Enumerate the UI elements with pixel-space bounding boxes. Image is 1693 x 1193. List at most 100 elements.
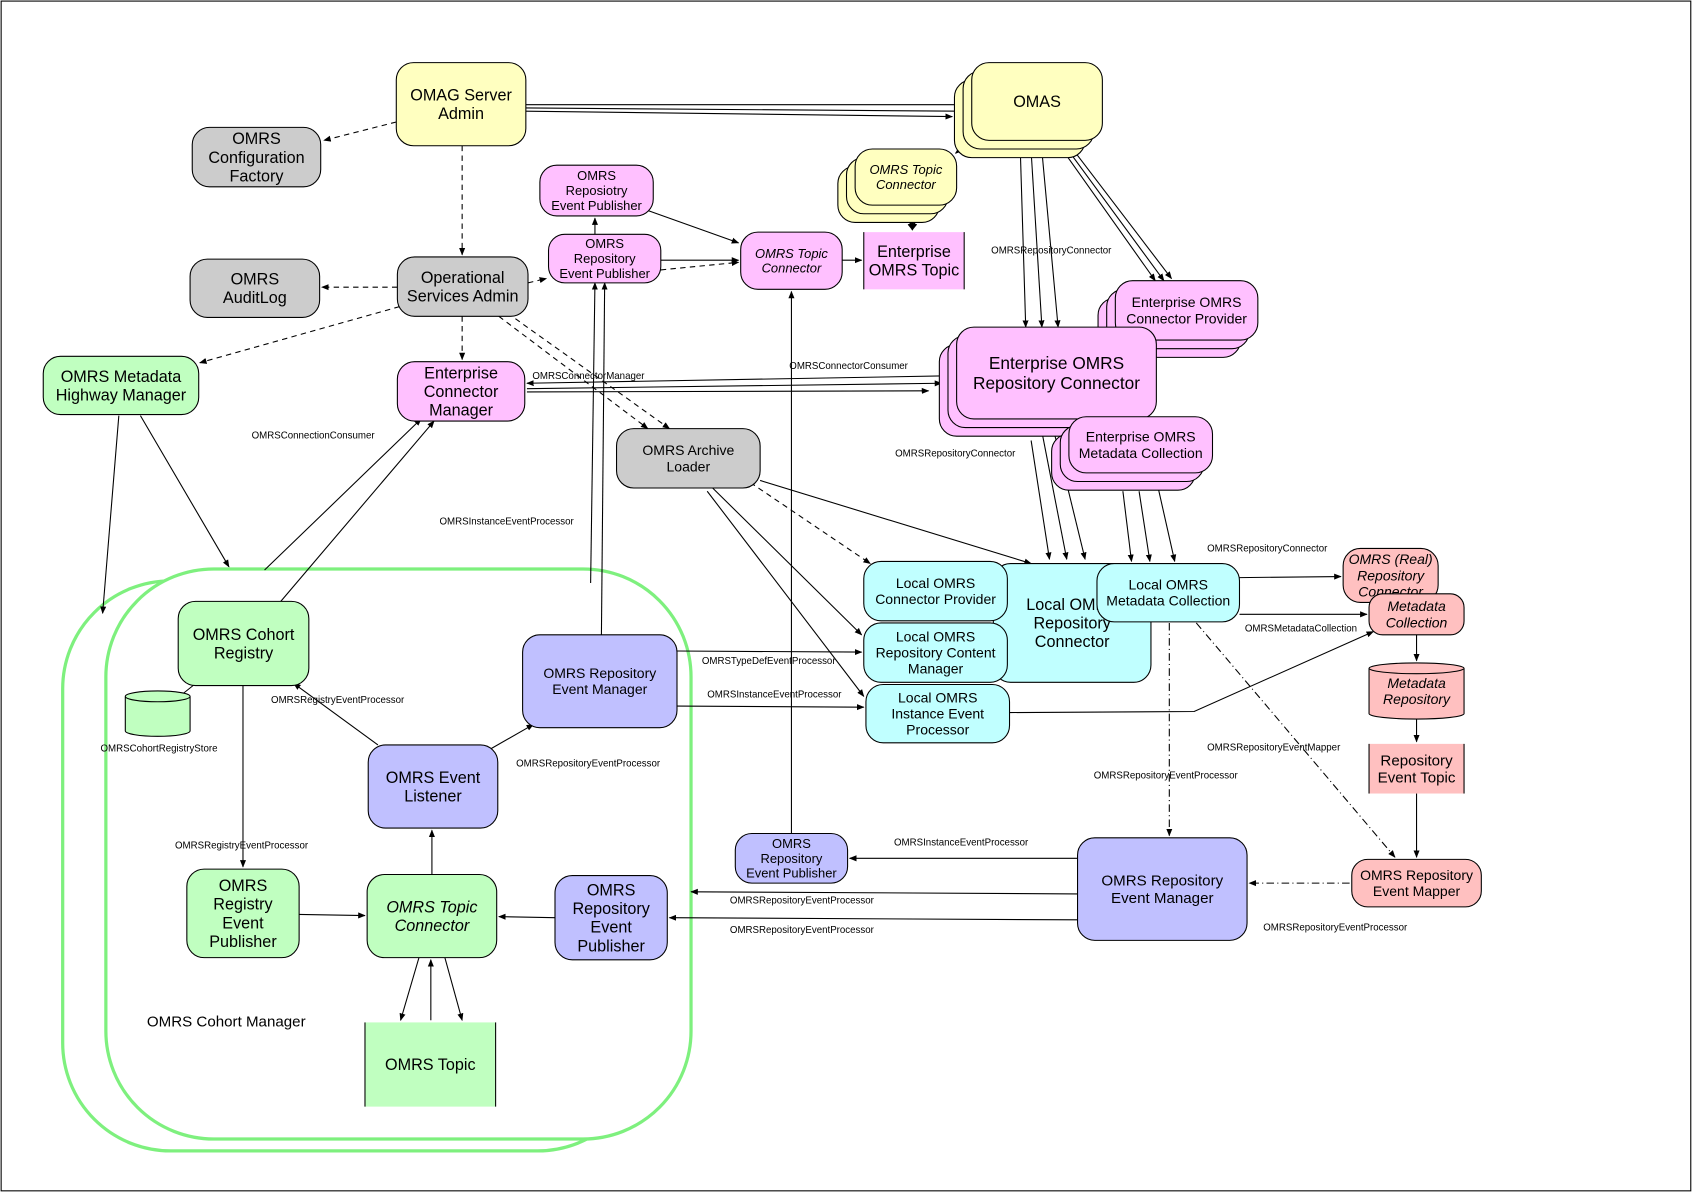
node-repotopic[interactable]: RepositoryEvent Topic [1368, 743, 1465, 794]
node-entmdcoll[interactable]: Enterprise OMRSMetadata Collection [1051, 416, 1214, 491]
node-label: OMRS Archive [642, 442, 734, 458]
connector-arrow [676, 649, 863, 656]
node-label: OMRS [219, 877, 268, 895]
node-cohortreg[interactable]: OMRS CohortRegistry [177, 600, 310, 687]
node-pub2[interactable]: OMRSRepositoryEvent Publisher [547, 233, 662, 284]
node-highway[interactable]: OMRS MetadataHighway Manager [42, 355, 200, 416]
connector-arrow [1195, 622, 1396, 858]
node-label: Event Mapper [1373, 883, 1461, 899]
node-omas[interactable]: OMAS [953, 62, 1103, 159]
edge-label: OMRSRegistryEventProcessor [175, 841, 309, 852]
node-mdcoll[interactable]: MetadataCollection [1368, 593, 1465, 636]
edge-label: OMRSRepositoryConnector [991, 246, 1112, 257]
node-label: Enterprise OMRS [989, 353, 1124, 373]
node-localmd[interactable]: Local OMRSMetadata Collection [1096, 563, 1241, 623]
node-contentmgr[interactable]: Local OMRSRepository ContentManager [863, 622, 1008, 683]
connector-arrow [526, 387, 930, 394]
node-store[interactable] [124, 690, 191, 737]
connector-arrow [712, 487, 863, 636]
node-mdrepo[interactable]: MetadataRepository [1368, 662, 1465, 720]
cylinder-shape [124, 690, 191, 737]
node-omrstopic[interactable]: OMRS Topic [364, 1022, 497, 1107]
node-label: Admin [438, 105, 484, 123]
node-purplepub[interactable]: OMRSRepositoryEventPublisher [554, 875, 668, 961]
cohort-manager-label: OMRS Cohort Manager [147, 1014, 306, 1031]
connector-arrow [525, 107, 962, 115]
node-instproc[interactable]: Local OMRSInstance EventProcessor [865, 683, 1011, 744]
node-label: Connector [762, 261, 822, 276]
node-localprovider[interactable]: Local OMRSConnector Provider [863, 560, 1008, 622]
node-archive[interactable]: OMRS ArchiveLoader [615, 428, 761, 489]
node-label: Services Admin [407, 288, 519, 306]
node-config[interactable]: OMRSConfigurationFactory [191, 126, 322, 188]
node-ptopicconn[interactable]: OMRS TopicConnector [740, 231, 843, 290]
edge-label: OMRSRegistryEventProcessor [271, 695, 405, 706]
connector-arrow [1030, 151, 1045, 328]
connector-arrow [759, 479, 1032, 565]
node-omag[interactable]: OMAG ServerAdmin [395, 62, 527, 147]
connector-arrow [1073, 150, 1172, 280]
node-label: OMRS Event [386, 769, 481, 787]
node-mapper[interactable]: OMRS RepositoryEvent Mapper [1351, 858, 1482, 908]
connector-arrow [1019, 151, 1029, 328]
node-label: Repository Content [876, 645, 996, 661]
edge-label: OMRSRepositoryEventProcessor [730, 925, 875, 936]
edge-label: OMRSRepositoryConnector [1207, 544, 1328, 555]
node-label: Instance Event [891, 706, 984, 722]
node-label: OMRS [587, 881, 636, 899]
node-label: OMRS Repository [543, 665, 656, 681]
node-pubtop[interactable]: OMRSReposiotryEvent Publisher [539, 164, 654, 217]
connector-arrow [525, 110, 954, 120]
node-label: Event [590, 919, 632, 937]
node-label: OMRS [231, 271, 280, 289]
node-label: Listener [404, 787, 462, 805]
node-gtopicconn[interactable]: OMRS TopicConnector [366, 873, 498, 959]
connector-arrow [647, 210, 740, 244]
node-label: Processor [906, 722, 969, 738]
node-label: Manager [908, 661, 964, 677]
node-entconnmgr[interactable]: EnterpriseConnectorManager [396, 361, 526, 422]
node-enttopic[interactable]: EnterpriseOMRS Topic [863, 232, 965, 290]
node-label: Connector [395, 917, 470, 935]
node-label: Configuration [208, 149, 304, 167]
node-label: Local OMRS [896, 628, 975, 644]
node-label: Metadata [1387, 675, 1446, 691]
connector-arrow [526, 380, 943, 390]
node-listener[interactable]: OMRS EventListener [367, 744, 499, 829]
node-leftmgr[interactable]: OMRS RepositoryEvent Manager [522, 634, 678, 729]
node-label: Enterprise [877, 243, 951, 261]
node-label: OMRS [577, 168, 616, 183]
node-label: Local OMRS [896, 575, 975, 591]
connector-arrow [750, 482, 871, 565]
node-label: Registry [213, 896, 273, 914]
diagram-canvas: OMAG ServerAdmin OMRSConfigurationFactory… [0, 0, 1692, 1192]
connector-arrow [1239, 573, 1342, 580]
edge-label: OMRSCohortRegistryStore [100, 743, 217, 754]
node-label: OMRS Topic [869, 162, 942, 177]
edge-label: OMRSRepositoryEventProcessor [516, 759, 661, 770]
edge-label: OMRSConnectorConsumer [789, 361, 908, 372]
node-auditlog[interactable]: OMRSAuditLog [189, 258, 321, 318]
node-smallpub[interactable]: OMRSRepositoryEvent Publisher [734, 832, 849, 884]
node-label: Event Topic [1378, 770, 1456, 787]
node-opservices[interactable]: OperationalServices Admin [396, 256, 529, 317]
node-label: Event Publisher [746, 866, 837, 881]
connector-arrow [668, 914, 1078, 921]
connector-arrow [1041, 151, 1061, 328]
node-regpub[interactable]: OMRSRegistryEventPublisher [186, 868, 300, 959]
node-label: Repository [1033, 615, 1111, 633]
connector-arrow [323, 121, 397, 142]
node-label: Event [222, 914, 264, 932]
node-ytopicconn[interactable]: OMRS TopicConnector [837, 148, 958, 223]
node-label: Local OMRS [898, 689, 977, 705]
edge-label: OMRSMetadataCollection [1245, 624, 1357, 635]
node-label: Metadata [1387, 598, 1446, 614]
connector-arrow [1068, 150, 1165, 282]
node-label: Repository Connector [973, 373, 1140, 393]
connector-arrow [1122, 491, 1134, 563]
node-label: Repository [572, 900, 650, 918]
node-label: OMRS Topic [386, 898, 477, 916]
node-label: OMRS Cohort [193, 626, 295, 644]
node-rightmgr[interactable]: OMRS RepositoryEvent Manager [1077, 837, 1248, 941]
node-label: Event Publisher [551, 198, 642, 213]
